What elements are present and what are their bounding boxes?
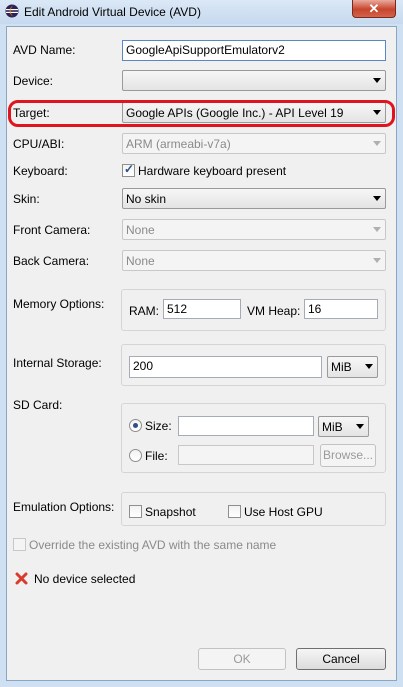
keyboard-label: Keyboard: — [13, 164, 68, 178]
chevron-down-icon — [373, 196, 381, 201]
internal-storage-unit-select[interactable]: MiB — [327, 356, 378, 378]
snapshot-checkbox[interactable] — [129, 505, 142, 518]
vm-heap-label: VM Heap: — [247, 304, 301, 318]
title-bar: Edit Android Virtual Device (AVD) ✕ — [0, 0, 403, 24]
sd-size-radio[interactable] — [129, 419, 142, 432]
eclipse-icon — [5, 4, 19, 18]
sd-size-unit-select[interactable]: MiB — [318, 416, 369, 437]
override-label: Override the existing AVD with the same … — [29, 538, 277, 552]
internal-storage-unit-value: MiB — [331, 360, 352, 374]
sd-file-label: File: — [145, 449, 168, 463]
skin-value: No skin — [126, 192, 167, 206]
device-label: Device: — [13, 74, 54, 88]
close-button[interactable]: ✕ — [352, 0, 396, 18]
chevron-down-icon — [373, 227, 381, 232]
sd-size-input[interactable] — [178, 416, 314, 436]
back-camera-select[interactable]: None — [122, 250, 386, 271]
override-checkbox[interactable] — [13, 538, 26, 551]
browse-button[interactable]: Browse... — [320, 444, 376, 467]
chevron-down-icon — [373, 141, 381, 146]
chevron-down-icon — [365, 364, 373, 369]
chevron-down-icon — [356, 424, 364, 429]
device-select[interactable] — [122, 70, 386, 91]
front-camera-label: Front Camera: — [13, 223, 91, 237]
front-camera-value: None — [126, 223, 155, 237]
back-camera-value: None — [126, 254, 155, 268]
target-select[interactable]: Google APIs (Google Inc.) - API Level 19 — [122, 102, 386, 123]
emulation-options-label: Emulation Options: — [13, 500, 115, 514]
cpu-abi-select[interactable]: ARM (armeabi-v7a) — [122, 133, 386, 154]
use-host-gpu-checkbox[interactable] — [228, 505, 241, 518]
radio-selected-dot — [133, 423, 138, 428]
chevron-down-icon — [373, 78, 381, 83]
chevron-down-icon — [373, 110, 381, 115]
cpu-abi-value: ARM (armeabi-v7a) — [126, 137, 231, 151]
skin-label: Skin: — [13, 192, 40, 206]
ram-label: RAM: — [129, 304, 159, 318]
skin-select[interactable]: No skin — [122, 188, 386, 209]
ok-button[interactable]: OK — [198, 648, 286, 670]
hardware-keyboard-label: Hardware keyboard present — [138, 164, 287, 178]
vm-heap-input[interactable]: 16 — [304, 299, 378, 319]
ram-input[interactable]: 512 — [163, 299, 241, 319]
internal-storage-input[interactable]: 200 — [129, 356, 322, 378]
front-camera-select[interactable]: None — [122, 219, 386, 240]
sd-size-unit-value: MiB — [322, 420, 343, 434]
sd-size-label: Size: — [145, 419, 172, 433]
memory-options-label: Memory Options: — [13, 297, 105, 311]
avd-name-input[interactable]: GoogleApiSupportEmulatorv2 — [122, 40, 386, 61]
sd-card-label: SD Card: — [13, 398, 63, 412]
cpu-abi-label: CPU/ABI: — [13, 137, 65, 151]
target-value: Google APIs (Google Inc.) - API Level 19 — [126, 106, 344, 120]
hardware-keyboard-checkbox[interactable]: ✓ — [122, 162, 135, 177]
sd-file-input[interactable] — [178, 445, 314, 465]
avd-name-label: AVD Name: — [13, 43, 76, 57]
chevron-down-icon — [373, 258, 381, 263]
back-camera-label: Back Camera: — [13, 254, 90, 268]
status-message: No device selected — [34, 572, 136, 586]
snapshot-label: Snapshot — [145, 505, 196, 519]
checkmark-icon: ✓ — [124, 162, 135, 176]
use-host-gpu-label: Use Host GPU — [244, 505, 323, 519]
target-label: Target: — [13, 106, 50, 120]
error-icon — [15, 572, 28, 585]
sd-file-radio[interactable] — [129, 449, 142, 462]
internal-storage-label: Internal Storage: — [13, 356, 102, 370]
window-title: Edit Android Virtual Device (AVD) — [24, 5, 201, 19]
cancel-button[interactable]: Cancel — [296, 648, 386, 670]
